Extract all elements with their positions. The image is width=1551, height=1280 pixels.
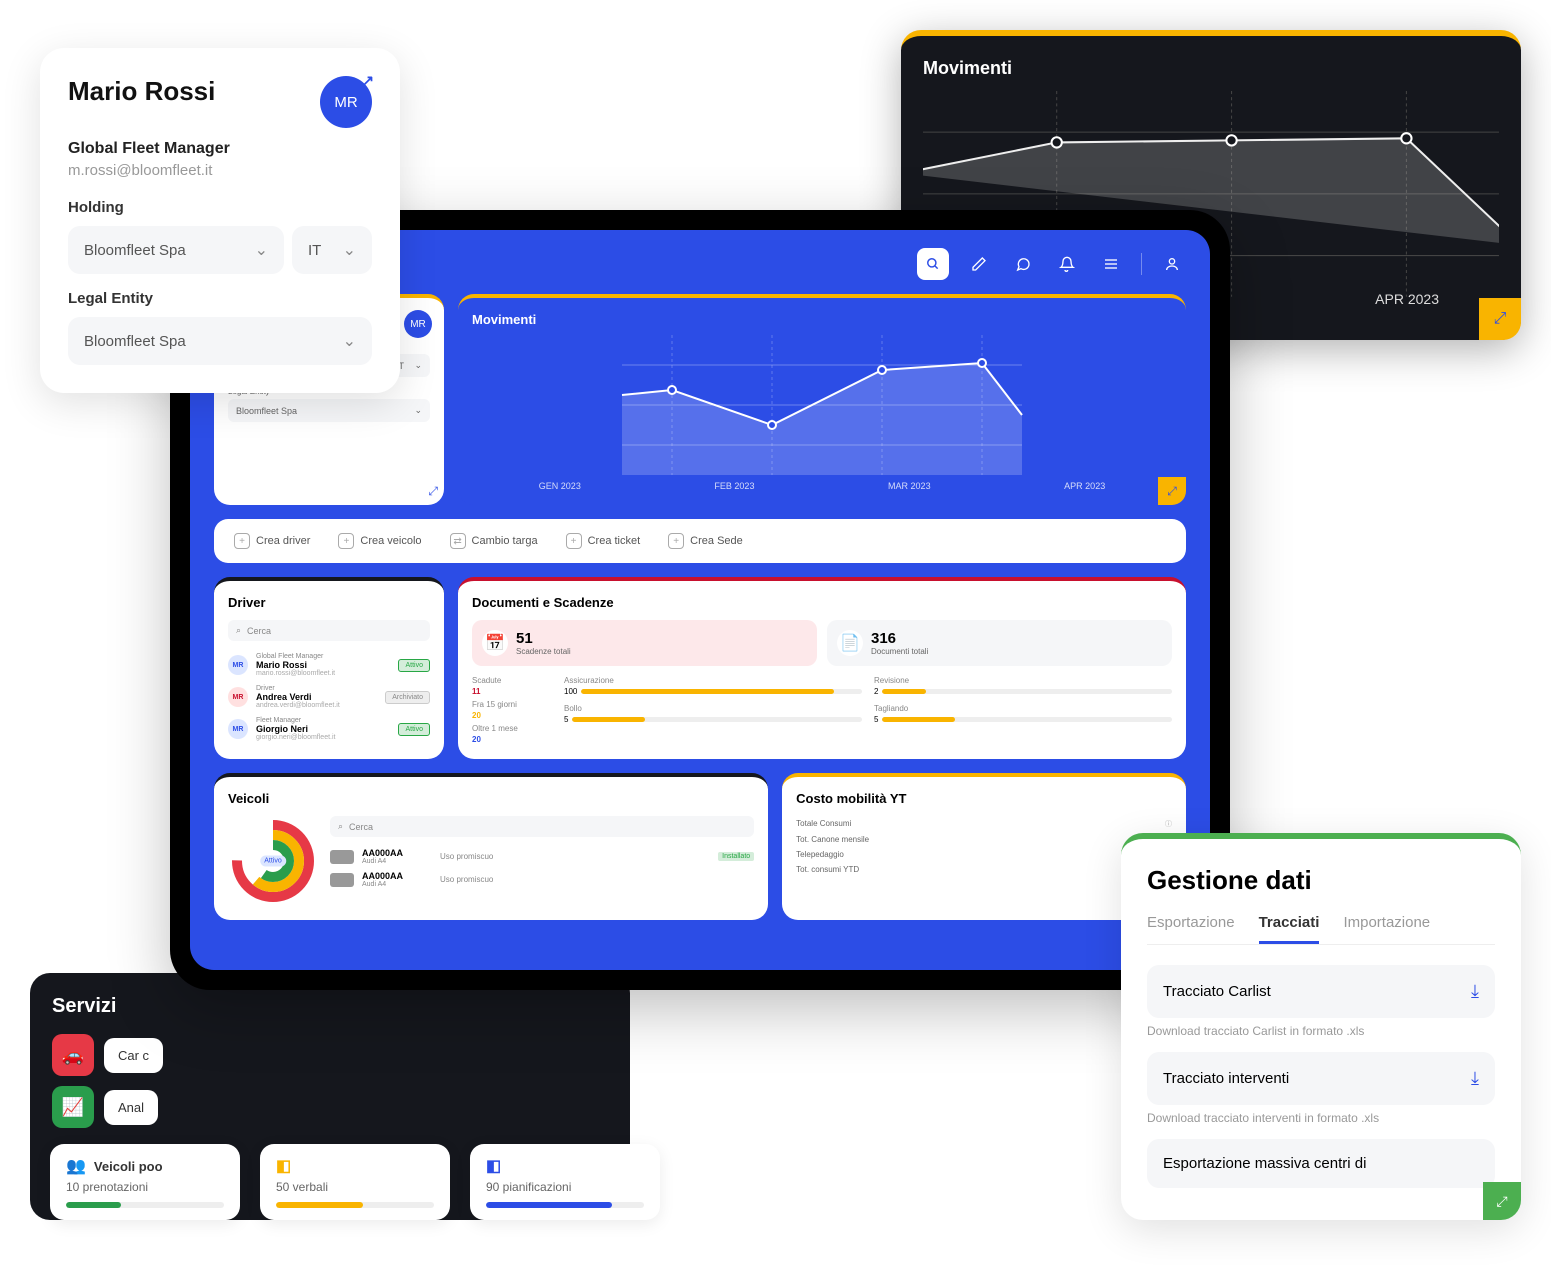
plus-icon: +	[234, 533, 250, 549]
legal-entity-select[interactable]: Bloomfleet Spa	[68, 317, 372, 365]
driver-row[interactable]: MR Global Fleet ManagerMario Rossimario.…	[228, 649, 430, 681]
avatar: MR	[228, 655, 248, 675]
bulk-export-button[interactable]: Esportazione massiva centri di	[1147, 1139, 1495, 1188]
driver-card: Driver ⌕Cerca MR Global Fleet ManagerMar…	[214, 577, 444, 759]
card-title: Costo mobilità YT	[796, 791, 1172, 806]
profile-role: Global Fleet Manager	[68, 140, 372, 158]
chevron-down-icon	[255, 240, 268, 260]
vehicle-row[interactable]: AA000AAAudi A4 Uso promiscuo Installato	[330, 845, 754, 868]
download-carlist-button[interactable]: Tracciato Carlist⤓	[1147, 965, 1495, 1018]
divider	[1141, 253, 1142, 275]
profile-email: m.rossi@bloomfleet.it	[68, 162, 372, 179]
legal-entity-select[interactable]: Bloomfleet Spa⌄	[228, 399, 430, 422]
download-interventi-button[interactable]: Tracciato interventi⤓	[1147, 1052, 1495, 1105]
vehicle-row[interactable]: AA000AAAudi A4 Uso promiscuo	[330, 868, 754, 891]
search-icon[interactable]	[917, 248, 949, 280]
item-description: Download tracciato Carlist in formato .x…	[1147, 1024, 1495, 1038]
chevron-down-icon	[343, 331, 356, 351]
swap-icon: ⇄	[450, 533, 466, 549]
bell-icon[interactable]	[1053, 250, 1081, 278]
kpi-card[interactable]: ◧ 50 verbali	[260, 1144, 450, 1220]
expand-icon[interactable]: ⤢	[1483, 1182, 1521, 1220]
edit-icon[interactable]	[965, 250, 993, 278]
plus-icon: +	[566, 533, 582, 549]
chat-icon[interactable]	[1009, 250, 1037, 278]
movimenti-chart-card: Movimenti	[458, 294, 1186, 505]
card-title: Driver	[228, 595, 430, 610]
documents-stat: 📄 316Documenti totali	[827, 620, 1172, 666]
kpi-card[interactable]: 👥Veicoli poo 10 prenotazioni	[50, 1144, 240, 1220]
analytics-icon: 📈	[52, 1086, 94, 1128]
create-driver-button[interactable]: +Crea driver	[234, 533, 310, 549]
quick-actions-bar: +Crea driver +Crea veicolo ⇄Cambio targa…	[214, 519, 1186, 563]
legal-label: Legal Entity	[68, 290, 372, 307]
deadlines-stat: 📅 51Scadenze totali	[472, 620, 817, 666]
status-badge: Attivo	[398, 723, 430, 736]
donut-chart: Attivo	[228, 816, 318, 906]
tab-import[interactable]: Importazione	[1343, 914, 1430, 944]
car-icon	[330, 850, 354, 864]
expand-icon[interactable]: ⤢	[428, 484, 438, 499]
create-vehicle-button[interactable]: +Crea veicolo	[338, 533, 421, 549]
status-badge: Archiviato	[385, 691, 430, 704]
expand-icon[interactable]: ⤢	[1479, 298, 1521, 340]
driver-row[interactable]: MR Fleet ManagerGiorgio Nerigiorgio.neri…	[228, 713, 430, 745]
driver-row[interactable]: MR DriverAndrea Verdiandrea.verdi@bloomf…	[228, 681, 430, 713]
search-icon: ⌕	[338, 821, 343, 832]
expand-icon[interactable]: ⤢	[1158, 477, 1186, 505]
avatar[interactable]: MR	[320, 76, 372, 128]
documents-card: Documenti e Scadenze 📅 51Scadenze totali…	[458, 577, 1186, 759]
chevron-down-icon	[343, 240, 356, 260]
user-icon[interactable]	[1158, 250, 1186, 278]
tabs: Esportazione Tracciati Importazione	[1147, 914, 1495, 945]
service-item[interactable]: 📈 Anal	[52, 1086, 608, 1128]
driver-search-input[interactable]: ⌕Cerca	[228, 620, 430, 641]
kpi-icon: 👥	[66, 1156, 86, 1176]
tab-export[interactable]: Esportazione	[1147, 914, 1235, 944]
car-icon	[330, 873, 354, 887]
data-management-card: Gestione dati Esportazione Tracciati Imp…	[1121, 833, 1521, 1220]
card-title: Servizi	[52, 995, 608, 1018]
plus-icon: +	[338, 533, 354, 549]
avatar[interactable]: MR	[404, 310, 432, 338]
create-ticket-button[interactable]: +Crea ticket	[566, 533, 641, 549]
service-item[interactable]: 🚗 Car c	[52, 1034, 608, 1076]
vehicle-search-input[interactable]: ⌕Cerca	[330, 816, 754, 837]
vehicles-card: Veicoli Attivo ⌕Cerca AA000AAAudi A4 Uso…	[214, 773, 768, 920]
status-badge: Attivo	[398, 659, 430, 672]
chart-x-labels: GEN 2023 FEB 2023 MAR 2023 APR 2023	[472, 481, 1172, 491]
profile-name: Mario Rossi	[68, 76, 215, 107]
language-select[interactable]: IT	[292, 226, 372, 274]
profile-card: Mario Rossi MR Global Fleet Manager m.ro…	[40, 48, 400, 393]
holding-select[interactable]: Bloomfleet Spa	[68, 226, 284, 274]
holding-label: Holding	[68, 199, 372, 216]
car-icon: 🚗	[52, 1034, 94, 1076]
item-description: Download tracciato interventi in formato…	[1147, 1111, 1495, 1125]
download-icon: ⤓	[1471, 1068, 1479, 1089]
avatar: MR	[228, 719, 248, 739]
status-badge: Installato	[718, 852, 754, 861]
calendar-icon: 📅	[482, 630, 508, 656]
change-plate-button[interactable]: ⇄Cambio targa	[450, 533, 538, 549]
kpi-row: 👥Veicoli poo 10 prenotazioni ◧ 50 verbal…	[50, 1144, 660, 1220]
document-icon: 📄	[837, 630, 863, 656]
card-title: Veicoli	[228, 791, 754, 806]
tab-tracciati[interactable]: Tracciati	[1259, 914, 1320, 944]
plus-icon: +	[668, 533, 684, 549]
chart-area	[472, 335, 1172, 475]
menu-icon[interactable]	[1097, 250, 1125, 278]
info-icon[interactable]: ⓘ	[1165, 819, 1172, 829]
kpi-icon: ◧	[276, 1156, 291, 1176]
card-title: Documenti e Scadenze	[472, 595, 1172, 610]
create-site-button[interactable]: +Crea Sede	[668, 533, 743, 549]
card-title: Gestione dati	[1147, 865, 1495, 896]
chart-title: Movimenti	[472, 312, 1172, 327]
search-icon: ⌕	[236, 625, 241, 636]
avatar: MR	[228, 687, 248, 707]
download-icon: ⤓	[1471, 981, 1479, 1002]
kpi-icon: ◧	[486, 1156, 501, 1176]
chart-title: Movimenti	[923, 58, 1499, 79]
kpi-card[interactable]: ◧ 90 pianificazioni	[470, 1144, 660, 1220]
